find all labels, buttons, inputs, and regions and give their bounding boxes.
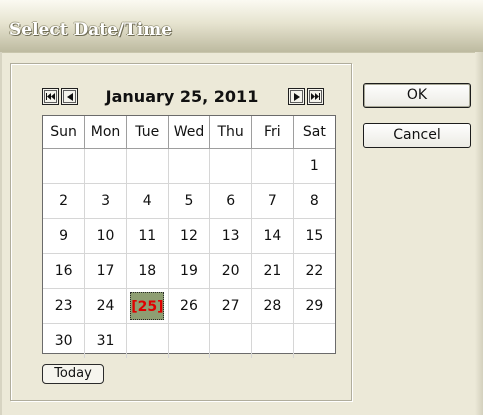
day-cell[interactable]: 2 bbox=[43, 183, 86, 219]
day-cell[interactable]: 14 bbox=[251, 218, 294, 254]
day-cell[interactable]: 12 bbox=[168, 218, 211, 254]
double-right-arrow-icon bbox=[309, 90, 322, 103]
dialog-title: Select Date/Time bbox=[9, 20, 173, 40]
day-cell[interactable]: 19 bbox=[168, 253, 211, 289]
month-label: January 25, 2011 bbox=[105, 87, 259, 106]
day-cell-other-month[interactable]: 28 bbox=[251, 288, 294, 324]
day-cell[interactable]: 5 bbox=[168, 183, 211, 219]
weekday-header: Sat bbox=[293, 116, 335, 149]
day-cell-other-month[interactable]: 31 bbox=[84, 323, 127, 358]
week-row: 16 17 18 19 20 21 22 bbox=[43, 253, 335, 289]
empty-day-cell bbox=[126, 323, 169, 358]
weekday-header-row: Sun Mon Tue Wed Thu Fri Sat bbox=[43, 116, 335, 149]
cancel-button[interactable]: Cancel bbox=[363, 123, 471, 148]
day-cell[interactable]: 3 bbox=[84, 183, 127, 219]
day-cell[interactable]: 1 bbox=[293, 148, 335, 184]
day-cell[interactable]: 6 bbox=[209, 183, 253, 219]
weekday-header: Fri bbox=[251, 116, 294, 149]
empty-day-cell bbox=[251, 323, 294, 358]
empty-day-cell bbox=[84, 148, 127, 184]
day-cell[interactable]: 4 bbox=[126, 183, 169, 219]
day-cell[interactable]: 20 bbox=[209, 253, 253, 289]
week-row: 23 24 [25] 26 27 28 29 bbox=[43, 288, 335, 324]
day-cell[interactable]: 22 bbox=[293, 253, 335, 289]
today-button[interactable]: Today bbox=[42, 364, 104, 384]
day-cell[interactable]: 15 bbox=[293, 218, 335, 254]
week-row: 2345678 bbox=[43, 183, 335, 219]
calendar-grid: Sun Mon Tue Wed Thu Fri Sat 1 2 3 4 5 6 7 8 9 10 1… bbox=[42, 115, 336, 358]
weekday-header: Thu bbox=[209, 116, 253, 149]
day-cell-other-month[interactable]: 30 bbox=[43, 323, 86, 358]
selected-day-label: [25] bbox=[130, 292, 165, 320]
double-left-arrow-icon bbox=[44, 90, 57, 103]
ok-button[interactable]: OK bbox=[363, 83, 471, 108]
calendar-table: Sun Mon Tue Wed Thu Fri Sat 1 2 3 4 5 6 7 8 9 10 1… bbox=[43, 116, 335, 358]
day-cell-other-month[interactable]: 27 bbox=[209, 288, 253, 324]
weekday-header: Mon bbox=[84, 116, 127, 149]
empty-day-cell bbox=[293, 324, 335, 359]
prev-year-button[interactable] bbox=[42, 88, 59, 105]
empty-day-cell bbox=[168, 148, 211, 184]
title-bar[interactable]: Select Date/Time bbox=[0, 0, 483, 53]
day-cell[interactable]: 11 bbox=[126, 218, 169, 254]
weekday-header: Sun bbox=[43, 116, 86, 149]
empty-day-cell bbox=[168, 323, 211, 358]
week-row: 9 10 11 12 13 14 15 bbox=[43, 218, 335, 254]
day-cell[interactable]: 21 bbox=[251, 253, 294, 289]
next-month-button[interactable] bbox=[288, 88, 305, 105]
empty-day-cell bbox=[251, 148, 294, 184]
week-row: 30 31 bbox=[43, 323, 335, 359]
empty-day-cell bbox=[209, 148, 253, 184]
day-cell[interactable]: 17 bbox=[84, 253, 127, 289]
day-cell[interactable]: 9 bbox=[43, 218, 86, 254]
day-cell[interactable]: 24 bbox=[84, 288, 127, 324]
day-cell[interactable]: 18 bbox=[126, 253, 169, 289]
day-cell[interactable]: 13 bbox=[209, 218, 253, 254]
window-border bbox=[0, 52, 2, 415]
day-cell[interactable]: 7 bbox=[251, 183, 294, 219]
window-border bbox=[475, 52, 483, 415]
day-cell[interactable]: 16 bbox=[43, 253, 86, 289]
prev-month-button[interactable] bbox=[61, 88, 78, 105]
empty-day-cell bbox=[126, 148, 169, 184]
week-row: 1 bbox=[43, 148, 335, 184]
weekday-header: Tue bbox=[126, 116, 169, 149]
day-cell-selected[interactable]: [25] bbox=[126, 288, 169, 324]
day-cell[interactable]: 10 bbox=[84, 218, 127, 254]
day-cell[interactable]: 23 bbox=[43, 288, 86, 324]
next-year-button[interactable] bbox=[307, 88, 324, 105]
empty-day-cell bbox=[43, 148, 86, 184]
right-arrow-icon bbox=[290, 90, 303, 103]
empty-day-cell bbox=[209, 323, 253, 358]
day-cell[interactable]: 8 bbox=[293, 183, 335, 219]
weekday-header: Wed bbox=[168, 116, 211, 149]
day-cell-other-month[interactable]: 26 bbox=[168, 288, 211, 324]
day-cell-other-month[interactable]: 29 bbox=[293, 288, 335, 324]
left-arrow-icon bbox=[63, 90, 76, 103]
